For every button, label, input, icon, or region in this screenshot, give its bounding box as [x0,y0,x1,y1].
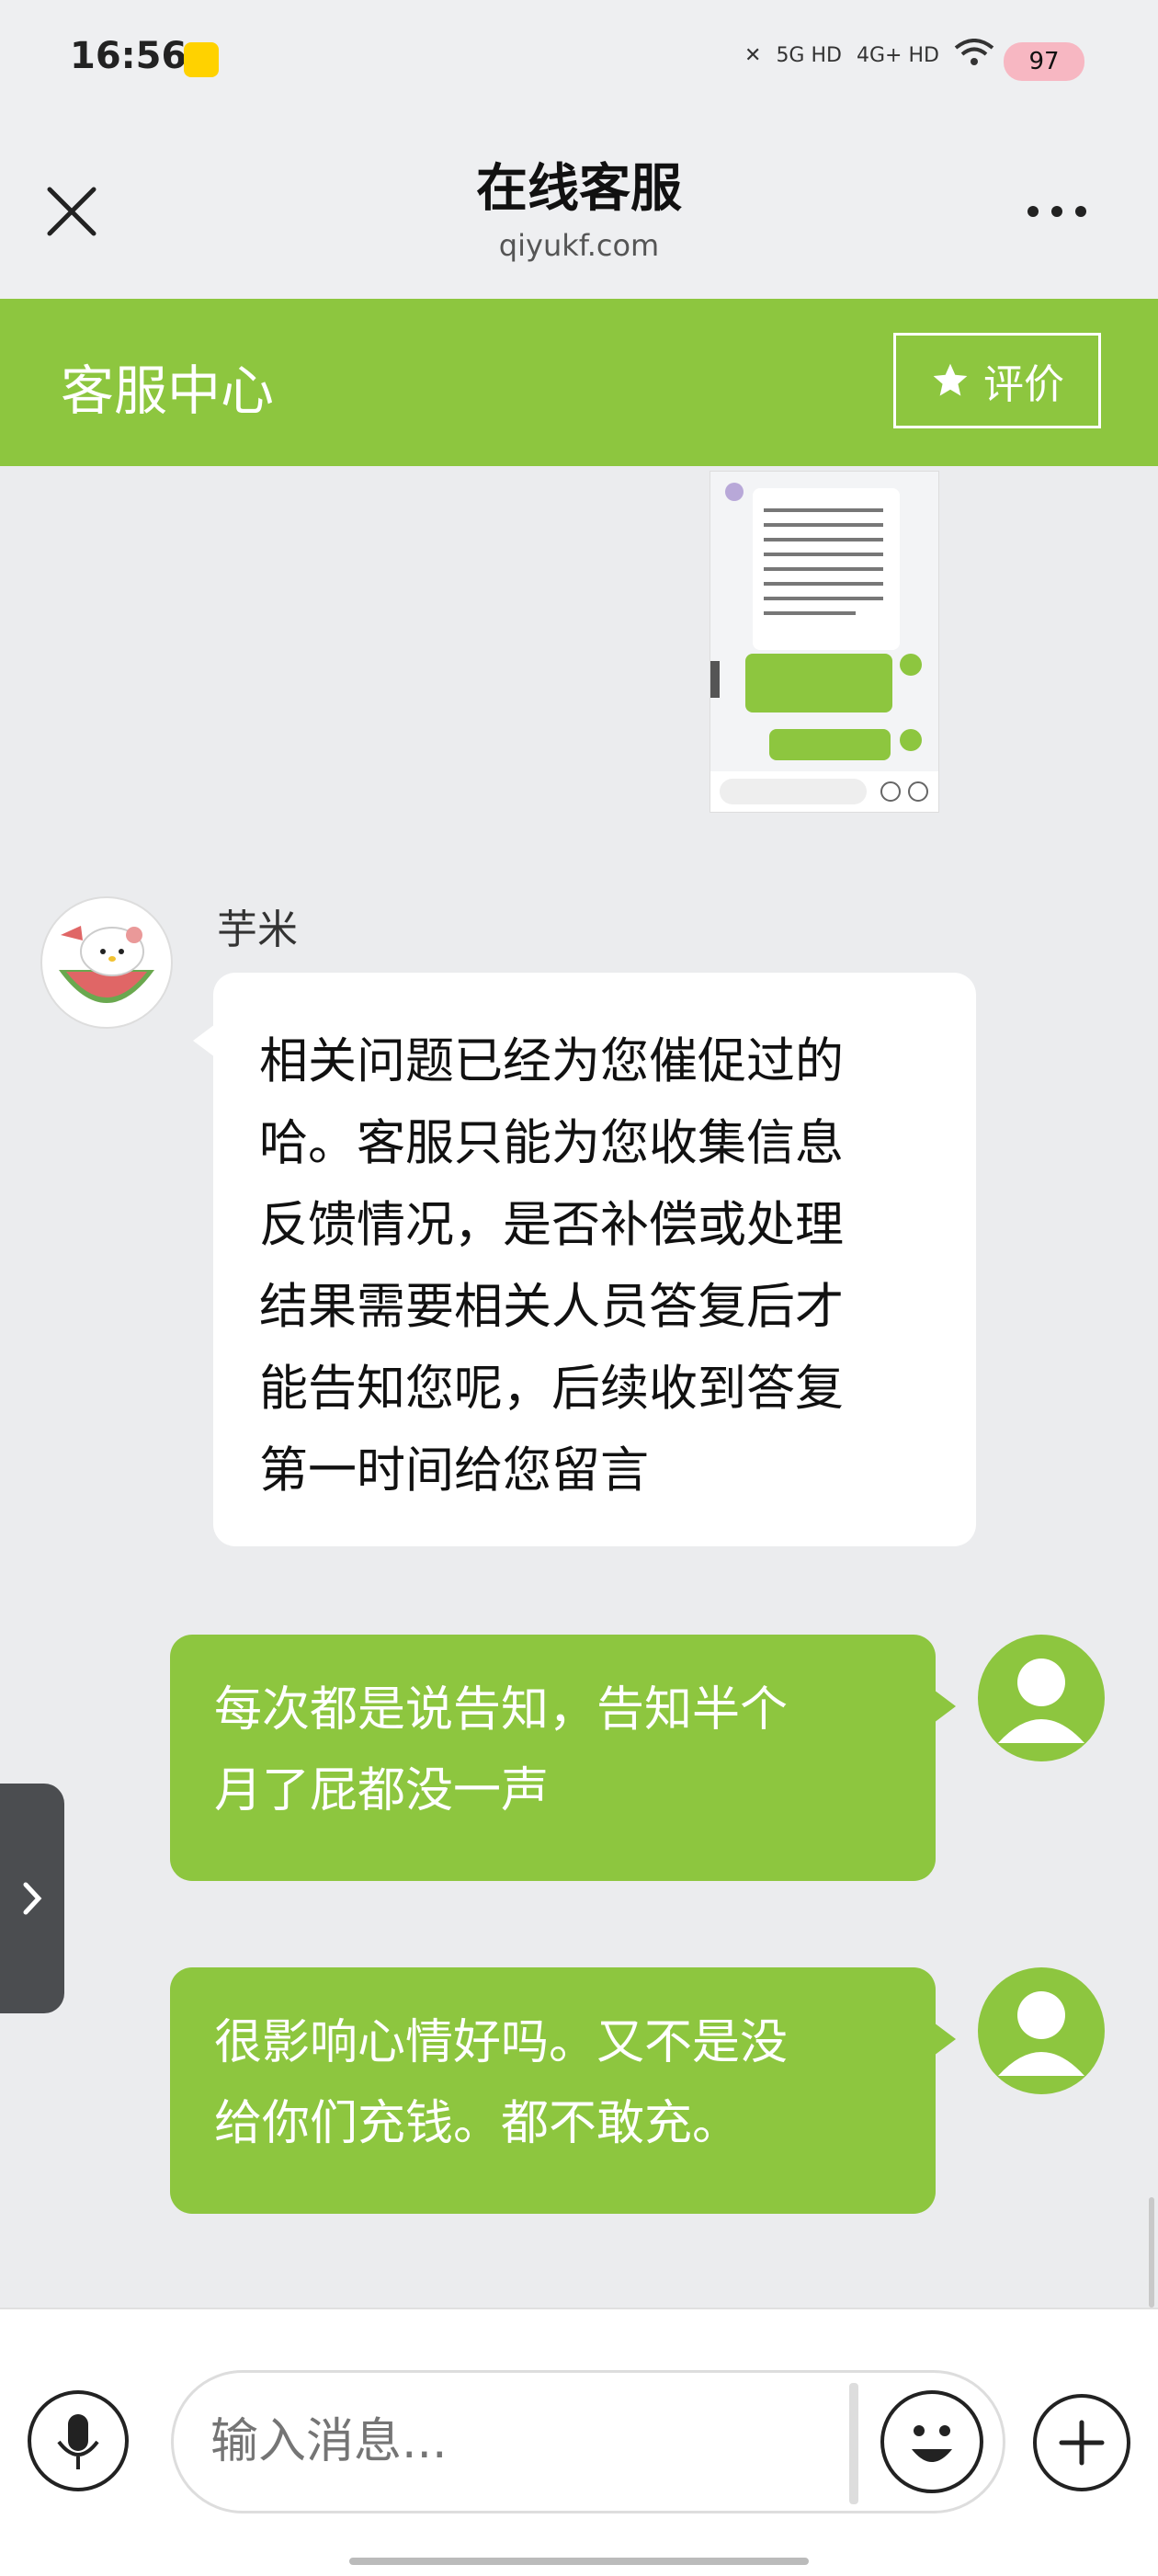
notification-app-icon [184,42,219,77]
user-avatar [978,1635,1105,1761]
wifi-icon [954,39,994,72]
rate-label: 评价 [983,361,1064,408]
more-button[interactable] [1020,193,1094,230]
plus-icon [1059,2420,1105,2466]
agent-message-bubble: 相关问题已经为您催促过的 哈。客服只能为您收集信息 反馈情况，是否补偿或处理 结… [193,973,976,1546]
network-4g-label: 4G+ HD [856,43,939,67]
message-line: 能告知您呢，后续收到答复 [259,1361,844,1417]
star-icon [933,363,968,396]
status-icons: ✕ 5G HD 4G+ HD [744,39,994,72]
message-line: 哈。客服只能为您收集信息 [259,1115,844,1171]
input-divider [849,2383,858,2504]
network-5g-label: 5G HD [776,43,842,67]
message-line: 每次都是说告知，告知半个 [214,1682,789,1738]
user-avatar [978,1967,1105,2094]
more-icon [1027,206,1086,217]
battery-indicator: 97 [1004,42,1084,81]
more-options-button[interactable] [1033,2394,1130,2491]
voice-button[interactable] [28,2390,129,2491]
mute-icon: ✕ [744,43,762,67]
message-line: 月了屁都没一声 [214,1763,550,1818]
message-line: 很影响心情好吗。又不是没 [214,2015,789,2070]
page-subtitle: qiyukf.com [498,228,660,263]
scrollbar[interactable] [1149,2197,1154,2308]
message-line: 相关问题已经为您催促过的 [259,1033,844,1089]
message-line: 结果需要相关人员答复后才 [259,1279,844,1335]
user-message-bubble: 每次都是说告知，告知半个 月了屁都没一声 [170,1635,956,1881]
page-title: 在线客服 [476,159,682,219]
smiley-icon [912,2425,952,2462]
shared-image-thumbnail[interactable] [710,471,939,813]
message-line: 反馈情况，是否补偿或处理 [259,1197,844,1253]
emoji-button[interactable] [880,2390,983,2493]
close-button[interactable] [42,182,101,241]
message-line: 给你们充钱。都不敢充。 [214,2096,741,2151]
rate-button[interactable]: 评价 [893,333,1101,428]
side-panel-handle[interactable] [0,1784,64,2013]
chevron-right-icon [23,1882,42,1915]
agent-name: 芋米 [217,906,298,953]
header-title: 客服中心 [61,359,275,422]
close-icon [47,187,96,236]
microphone-icon [57,2414,99,2469]
message-line: 第一时间给您留言 [259,1442,649,1499]
status-time: 16:56 [70,35,187,77]
home-indicator[interactable] [349,2558,809,2565]
user-message-bubble: 很影响心情好吗。又不是没 给你们充钱。都不敢充。 [170,1967,956,2214]
agent-avatar [40,896,173,1029]
